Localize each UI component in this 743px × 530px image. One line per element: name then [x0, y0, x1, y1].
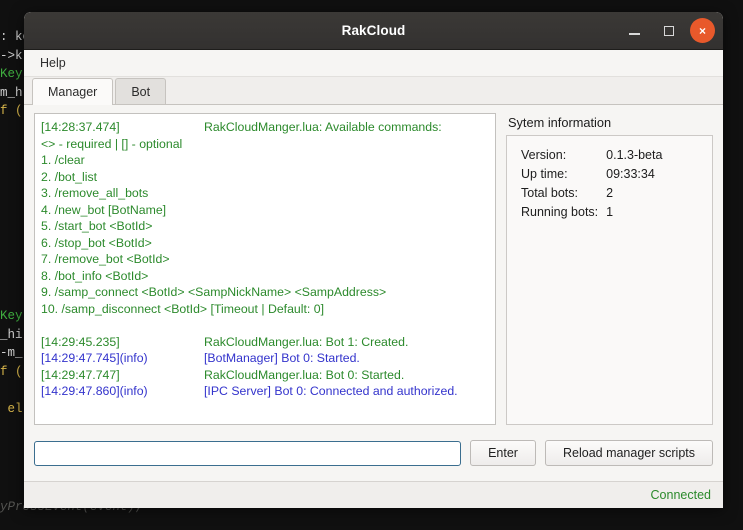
- tab-bar: Manager Bot: [24, 77, 723, 105]
- system-information-row: Up time: 09:33:34: [521, 164, 662, 183]
- system-information-table: Version: 0.1.3-beta Up time: 09:33:34 Total …: [521, 145, 662, 221]
- minimize-icon: [629, 33, 640, 35]
- log-line-timestamp: [14:29:47.860](info): [41, 384, 148, 398]
- window-titlebar: RakCloud ×: [24, 12, 723, 50]
- log-line-message: 6. /stop_bot <BotId>: [41, 235, 152, 250]
- tab-bot-label: Bot: [131, 84, 151, 99]
- log-line: [14:29:47.745](info) [BotManager] Bot 0: …: [41, 350, 489, 367]
- log-line-timestamp: [14:29:47.745](info): [41, 351, 148, 365]
- log-line-message: 5. /start_bot <BotId>: [41, 219, 153, 233]
- minimize-button[interactable]: [622, 18, 647, 43]
- maximize-icon: [663, 25, 674, 36]
- system-information-rows: Version: 0.1.3-beta Up time: 09:33:34 Total …: [521, 145, 662, 221]
- log-line-message: [IPC Server] Bot 0: Connected and author…: [204, 384, 458, 398]
- log-line: 1. /clear: [41, 152, 489, 169]
- log-line: 3. /remove_all_bots: [41, 185, 489, 202]
- log-line: 9. /samp_connect <BotId> <SampNickName> …: [41, 284, 489, 301]
- system-information-label: Running bots:: [521, 204, 599, 219]
- log-line: [14:29:47.860](info) [IPC Server] Bot 0: …: [41, 383, 489, 400]
- log-line: [41, 317, 489, 334]
- system-information-row: Running bots: 1: [521, 202, 662, 221]
- system-information-row: Total bots: 2: [521, 183, 662, 202]
- system-information-value: 2: [606, 185, 614, 200]
- close-button[interactable]: ×: [690, 18, 715, 43]
- system-information-column: Sytem information Version: 0.1.3-beta Up t…: [506, 113, 713, 425]
- log-line-message: RakCloudManger.lua: Bot 1: Created.: [204, 334, 409, 349]
- reload-manager-scripts-button[interactable]: Reload manager scripts: [544, 440, 713, 466]
- manager-upper-area: [14:28:37.474] RakCloudManger.lua: Availa…: [34, 113, 713, 425]
- maximize-button[interactable]: [656, 18, 681, 43]
- log-line: [14:28:37.474] RakCloudManger.lua: Availa…: [41, 119, 489, 136]
- log-line-message: [BotManager] Bot 0: Started.: [204, 351, 360, 365]
- system-information-box: Version: 0.1.3-beta Up time: 09:33:34 Total …: [506, 135, 713, 425]
- log-line-message: RakCloudManger.lua: Available commands:: [204, 120, 442, 134]
- rakcloud-window: RakCloud × Help Manager Bot [14:28:37.47…: [24, 12, 723, 508]
- system-information-value: 0.1.3-beta: [606, 147, 663, 162]
- log-line: 6. /stop_bot <BotId>: [41, 235, 489, 252]
- log-line-timestamp: [14:29:45.235]: [41, 334, 120, 349]
- log-line-message: 2. /bot_list: [41, 169, 98, 184]
- log-line: [14:29:47.747] RakCloudManger.lua: Bot 0:…: [41, 367, 489, 384]
- menu-bar: Help: [24, 50, 723, 77]
- command-bar: Enter Reload manager scripts: [34, 425, 713, 481]
- log-line-message: 4. /new_bot [BotName]: [41, 202, 167, 217]
- tab-content-manager: [14:28:37.474] RakCloudManger.lua: Availa…: [24, 105, 723, 481]
- log-line: 4. /new_bot [BotName]: [41, 202, 489, 219]
- log-line-timestamp: [14:29:47.747]: [41, 367, 120, 382]
- log-line-message: [41, 317, 489, 334]
- log-line: [14:29:45.235] RakCloudManger.lua: Bot 1:…: [41, 334, 489, 351]
- log-line-message: 1. /clear: [41, 153, 85, 167]
- log-line: 10. /samp_disconnect <BotId> [Timeout | …: [41, 301, 489, 318]
- enter-button[interactable]: Enter: [470, 440, 536, 466]
- window-title: RakCloud: [341, 23, 406, 38]
- log-line-message: 3. /remove_all_bots: [41, 186, 149, 200]
- system-information-label: Version:: [521, 147, 567, 162]
- log-line-message: 8. /bot_info <BotId>: [41, 268, 149, 283]
- close-icon: ×: [698, 23, 706, 38]
- system-information-value: 09:33:34: [606, 166, 655, 181]
- status-bar: Connected: [24, 481, 723, 508]
- log-line: 8. /bot_info <BotId>: [41, 268, 489, 285]
- window-controls: ×: [622, 12, 715, 49]
- system-information-title: Sytem information: [508, 115, 612, 130]
- log-line-message: 10. /samp_disconnect <BotId> [Timeout | …: [41, 301, 324, 316]
- tab-bot[interactable]: Bot: [115, 78, 167, 104]
- log-line-message: <> - required | [] - optional: [41, 136, 183, 151]
- system-information-label: Total bots:: [521, 185, 578, 200]
- system-information-label: Up time:: [521, 166, 568, 181]
- system-information-value: 1: [606, 204, 614, 219]
- log-line-message: 7. /remove_bot <BotId>: [41, 252, 170, 266]
- system-information-row: Version: 0.1.3-beta: [521, 145, 662, 164]
- log-line-message: RakCloudManger.lua: Bot 0: Started.: [204, 367, 405, 382]
- log-line: 2. /bot_list: [41, 169, 489, 186]
- log-line: 5. /start_bot <BotId>: [41, 218, 489, 235]
- tab-manager-label: Manager: [48, 85, 98, 99]
- command-input[interactable]: [34, 440, 462, 466]
- log-line-message: 9. /samp_connect <BotId> <SampNickName> …: [41, 285, 387, 299]
- log-line: <> - required | [] - optional: [41, 136, 489, 153]
- log-line: 7. /remove_bot <BotId>: [41, 251, 489, 268]
- log-line-timestamp: [14:28:37.474]: [41, 120, 120, 134]
- log-output-panel[interactable]: [14:28:37.474] RakCloudManger.lua: Availa…: [34, 113, 496, 425]
- connection-status-badge: Connected: [650, 488, 711, 502]
- menu-item-help[interactable]: Help: [35, 54, 71, 72]
- tab-manager[interactable]: Manager: [32, 78, 114, 105]
